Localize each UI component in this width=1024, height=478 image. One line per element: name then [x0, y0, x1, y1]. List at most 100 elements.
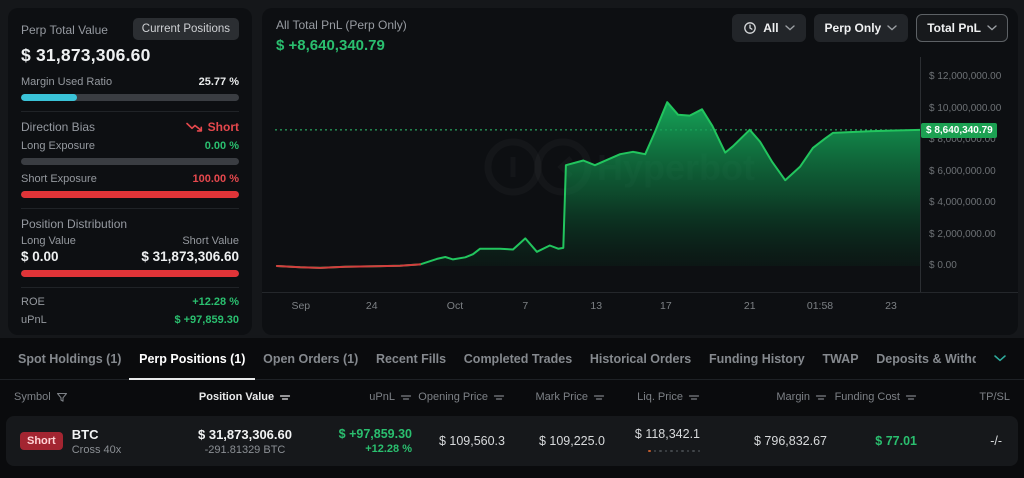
perp-total-value-panel: Perp Total Value Current Positions $ 31,… — [8, 8, 252, 335]
mark-price-cell: $ 109,225.0 — [538, 434, 605, 448]
upnl-label: uPnL — [21, 314, 47, 326]
liq-price-dots — [648, 449, 700, 452]
sort-icon — [688, 394, 700, 400]
x-axis-label: 23 — [885, 300, 897, 312]
roe-label: ROE — [21, 296, 45, 308]
scope-filter-dropdown[interactable]: Perp Only — [813, 14, 909, 42]
tabs-overflow-chevron-icon[interactable] — [994, 355, 1006, 362]
column-header-label: Opening Price — [418, 391, 488, 403]
x-axis: Sep 24 Oct 7 13 17 21 01:58 23 — [262, 292, 1018, 324]
time-filter-dropdown[interactable]: All — [732, 14, 806, 42]
column-header-upnl[interactable]: uPnL — [320, 391, 412, 403]
upnl-value: $ +97,859.30 — [174, 314, 239, 326]
column-header-mark-price[interactable]: Mark Price — [505, 391, 605, 403]
sort-icon — [279, 394, 291, 400]
direction-bias-label: Direction Bias — [21, 120, 96, 134]
clock-icon — [744, 22, 757, 34]
column-header-opening-price[interactable]: Opening Price — [412, 391, 505, 403]
x-axis-label: 7 — [522, 300, 529, 312]
short-exposure-value: 100.00 % — [192, 173, 239, 185]
x-axis-label: 21 — [743, 300, 756, 312]
current-value-badge: $ 8,640,340.79 — [921, 122, 997, 138]
tab-recent-fills[interactable]: Recent Fills — [376, 338, 446, 380]
long-exposure-value: 0.00 % — [204, 140, 239, 152]
metric-filter-dropdown[interactable]: Total PnL — [916, 14, 1008, 42]
side-badge: Short — [20, 432, 63, 450]
tab-historical-orders[interactable]: Historical Orders — [590, 338, 691, 380]
y-axis-label: $ 6,000,000.00 — [929, 165, 996, 177]
liq-price-cell[interactable]: $ 118,342.1 — [605, 427, 700, 455]
x-axis-label: 24 — [365, 300, 378, 312]
column-header-symbol[interactable]: Symbol — [14, 391, 170, 403]
distribution-bar — [21, 270, 239, 277]
pnl-panel-title: All Total PnL (Perp Only) — [276, 18, 407, 32]
tab-perp-positions-1[interactable]: Perp Positions (1) — [129, 338, 256, 380]
perp-total-value: $ 31,873,306.60 — [21, 45, 151, 65]
column-header-margin[interactable]: Margin — [700, 391, 827, 403]
x-axis-label: 01:58 — [806, 300, 834, 312]
tab-funding-history[interactable]: Funding History — [709, 338, 805, 380]
metric-filter-label: Total PnL — [927, 21, 981, 35]
tab-spot-holdings-1[interactable]: Spot Holdings (1) — [18, 338, 121, 380]
upnl-pct: +12.28 % — [365, 443, 412, 455]
column-header-position-value[interactable]: Position Value — [170, 391, 320, 403]
short-value: $ 31,873,306.60 — [141, 249, 239, 264]
direction-bias-value: Short — [207, 120, 239, 134]
x-axis-label: 17 — [660, 300, 672, 312]
tab-open-orders-1[interactable]: Open Orders (1) — [263, 338, 358, 380]
filter-icon — [56, 392, 67, 402]
position-value: $ 31,873,306.60 — [198, 426, 292, 442]
pnl-panel-value: $ +8,640,340.79 — [276, 37, 385, 54]
pnl-area — [276, 102, 920, 268]
short-value-label: Short Value — [182, 235, 239, 247]
chevron-down-icon — [784, 25, 795, 31]
column-header-funding-cost[interactable]: Funding Cost — [827, 391, 917, 403]
total-pnl-panel: All Total PnL (Perp Only) $ +8,640,340.7… — [262, 8, 1018, 335]
chevron-down-icon — [987, 25, 997, 31]
opening-price-cell: $ 109,560.3 — [438, 434, 505, 448]
table-row[interactable]: Short BTC Cross 40x $ 31,873,306.60 -291… — [6, 416, 1018, 466]
x-axis-label: Sep — [291, 300, 311, 312]
panel-title: Perp Total Value — [21, 23, 108, 37]
tab-deposits-withdraw[interactable]: Deposits & Withdraw — [876, 338, 976, 380]
y-axis-label: $ 10,000,000.00 — [929, 102, 1002, 114]
sort-icon — [493, 394, 505, 400]
funding-cost-cell: $ 77.01 — [875, 434, 917, 448]
sort-icon — [815, 394, 827, 400]
roe-value: +12.28 % — [192, 296, 239, 308]
long-value-label: Long Value — [21, 235, 76, 247]
column-header-label: Funding Cost — [834, 391, 900, 403]
long-value: $ 0.00 — [21, 249, 59, 264]
column-header-liq-price[interactable]: Liq. Price — [605, 391, 700, 403]
table-header: Symbol Position Value uPnL Opening Price Mar… — [0, 380, 1024, 414]
column-header-label: Liq. Price — [637, 391, 683, 403]
long-exposure-bar — [21, 158, 239, 165]
sort-icon — [905, 394, 917, 400]
sort-icon — [400, 394, 412, 400]
column-header-label: Position Value — [198, 391, 275, 403]
tab-bar: Spot Holdings (1) Perp Positions (1) Open … — [0, 338, 1024, 380]
tab-completed-trades[interactable]: Completed Trades — [464, 338, 572, 380]
tab-twap[interactable]: TWAP — [822, 338, 858, 380]
upnl-cell: $ +97,859.30 +12.28 % — [320, 427, 412, 455]
x-axis-label: 13 — [590, 300, 603, 312]
margin-used-label: Margin Used Ratio — [21, 76, 113, 88]
sort-icon — [593, 394, 605, 400]
margin-used-value: 25.77 % — [198, 76, 239, 88]
scope-filter-label: Perp Only — [824, 21, 882, 35]
chevron-down-icon — [887, 25, 897, 31]
liq-price-value: $ 118,342.1 — [634, 427, 700, 441]
positions-module: Spot Holdings (1) Perp Positions (1) Open … — [0, 338, 1024, 478]
upnl-value: $ +97,859.30 — [338, 427, 412, 441]
tpsl-cell: -/- — [990, 434, 1002, 448]
symbol-cell: Short BTC Cross 40x — [14, 427, 170, 456]
symbol-leverage: Cross 40x — [71, 443, 122, 456]
short-exposure-bar — [21, 191, 239, 198]
column-header-tp-sl[interactable]: TP/SL — [917, 391, 1010, 403]
y-axis: $ 12,000,000.00 $ 10,000,000.00 $ 8,000,00… — [920, 57, 1017, 292]
column-header-label: Margin — [776, 391, 810, 403]
current-positions-button[interactable]: Current Positions — [132, 18, 239, 40]
margin-cell: $ 796,832.67 — [754, 434, 827, 448]
long-exposure-label: Long Exposure — [21, 140, 95, 152]
pnl-chart[interactable]: Hyperbot — [275, 57, 921, 292]
